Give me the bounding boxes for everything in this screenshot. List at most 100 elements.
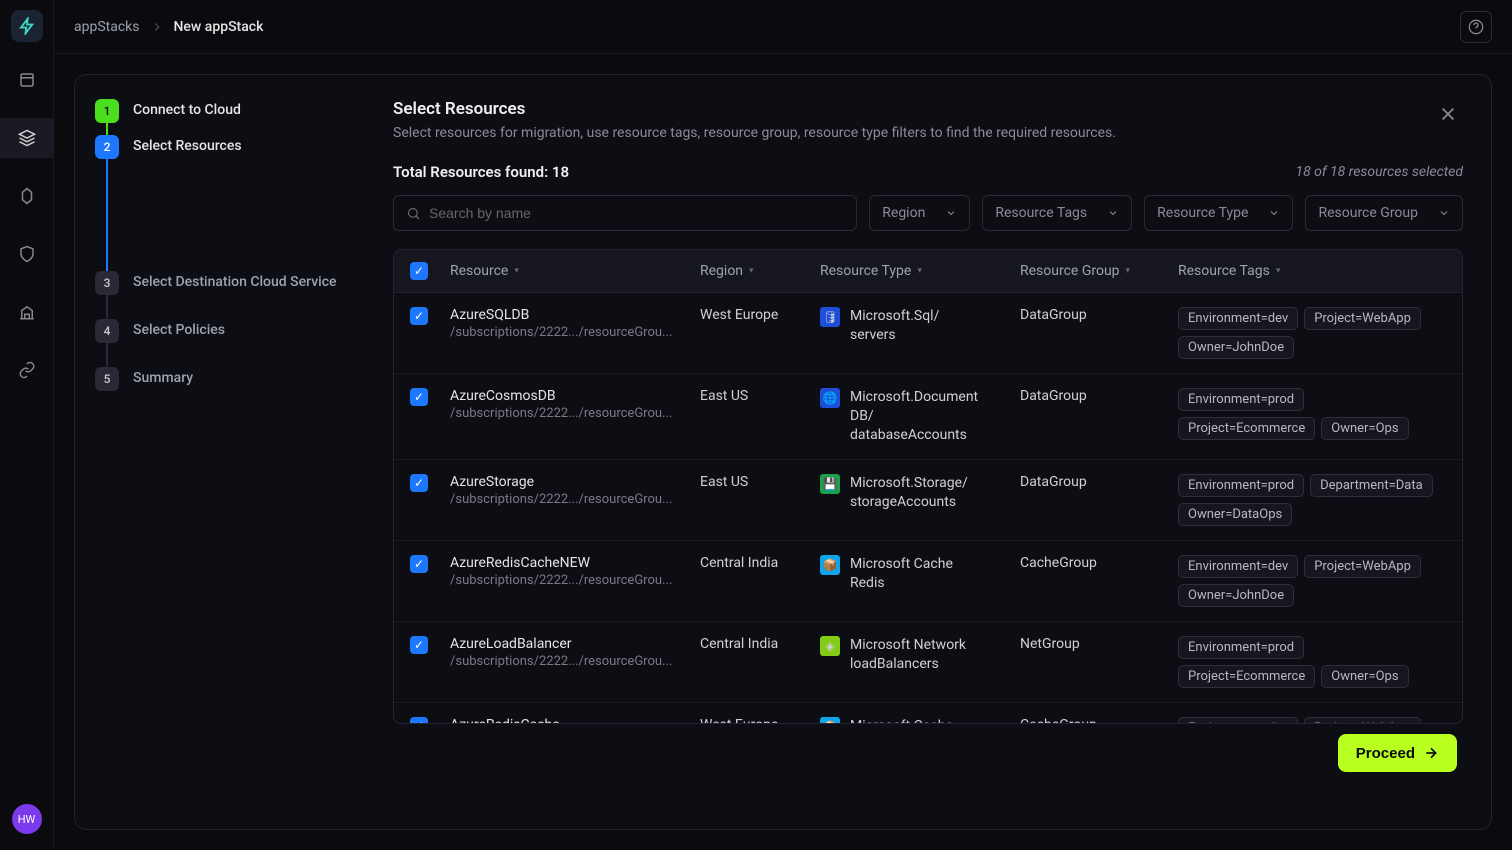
row-checkbox[interactable]: ✓ [410,388,428,406]
type-filter[interactable]: Resource Type [1144,195,1293,231]
arrow-right-icon [1423,745,1439,761]
selected-count-label: 18 of 18 resources selected [1295,164,1463,180]
filter-label: Resource Type [1157,205,1248,221]
resource-name: AzureRedisCache [450,717,700,723]
resource-type: Microsoft.DocumentDB/databaseAccounts [850,388,978,445]
panel-subtitle: Select resources for migration, use reso… [393,125,1116,141]
user-avatar[interactable]: HW [12,804,42,834]
resource-type: Microsoft NetworkloadBalancers [850,636,966,674]
step-4[interactable]: 4 Select Policies [95,319,355,343]
table-row: ✓ AzureStorage /subscriptions/2222.../re… [394,460,1462,541]
resource-type: Microsoft.Storage/storageAccounts [850,474,968,512]
column-resource[interactable]: Resource▾ [450,263,700,279]
tag-pill: Owner=DataOps [1178,503,1292,526]
tag-pill: Department=Data [1310,474,1433,497]
resource-type-icon: 🌐 [820,388,840,408]
tag-pill: Owner=Ops [1321,417,1408,440]
column-type[interactable]: Resource Type▾ [820,263,1020,279]
proceed-button[interactable]: Proceed [1338,734,1457,772]
sort-icon: ▾ [749,266,754,276]
tag-pill: Environment=dev [1178,717,1298,723]
step-1[interactable]: 1 Connect to Cloud [95,99,355,123]
column-tags[interactable]: Resource Tags▾ [1178,263,1446,279]
tag-pill: Project=WebApp [1304,307,1421,330]
tag-pill: Project=Ecommerce [1178,665,1315,688]
column-region[interactable]: Region▾ [700,263,820,279]
chevron-down-icon [1268,207,1280,219]
row-checkbox[interactable]: ✓ [410,307,428,325]
nav-item-stacks[interactable] [0,118,54,158]
step-connector [106,123,108,135]
group-filter[interactable]: Resource Group [1305,195,1463,231]
step-number: 1 [95,99,119,123]
step-5[interactable]: 5 Summary [95,367,355,391]
resource-group: DataGroup [1020,474,1178,490]
resource-type: Microsoft CacheRedis [850,717,953,723]
step-number: 4 [95,319,119,343]
tag-pill: Environment=prod [1178,636,1304,659]
step-label: Summary [133,367,193,386]
resources-table: ✓ Resource▾ Region▾ Resource Type▾ [393,249,1463,724]
search-input[interactable] [429,205,844,221]
step-label: Select Policies [133,319,225,338]
resource-path: /subscriptions/2222.../resourceGrou... [450,325,680,340]
proceed-label: Proceed [1356,745,1415,762]
resource-tags: Environment=devProject=WebAppOwner=JohnD… [1178,555,1446,607]
resource-tags: Environment=devProject=WebAppOwner=JohnD… [1178,307,1446,359]
nav-item-6[interactable] [0,350,54,390]
breadcrumb-current: New appStack [174,19,264,35]
resource-type-icon: ◈ [820,636,840,656]
tag-pill: Project=WebApp [1304,717,1421,723]
step-3[interactable]: 3 Select Destination Cloud Service [95,271,355,295]
row-checkbox[interactable]: ✓ [410,717,428,723]
resource-tags: Environment=devProject=WebAppOwner=JohnD… [1178,717,1446,723]
step-connector [106,343,108,367]
stepper: 1 Connect to Cloud 2 Select Resources 3 … [75,75,375,829]
row-checkbox[interactable]: ✓ [410,474,428,492]
filter-label: Resource Group [1318,205,1418,221]
resource-region: Central India [700,636,820,652]
tag-pill: Project=WebApp [1304,555,1421,578]
column-group[interactable]: Resource Group▾ [1020,263,1178,279]
panel-title: Select Resources [393,99,1116,119]
select-all-checkbox[interactable]: ✓ [410,262,428,280]
tags-filter[interactable]: Resource Tags [982,195,1132,231]
help-button[interactable] [1460,11,1492,43]
row-checkbox[interactable]: ✓ [410,555,428,573]
step-number: 5 [95,367,119,391]
resource-type-icon: 💾 [820,474,840,494]
step-2[interactable]: 2 Select Resources [95,135,355,159]
nav-item-5[interactable] [0,292,54,332]
chevron-down-icon [1107,207,1119,219]
table-row: ✓ AzureCosmosDB /subscriptions/2222.../r… [394,374,1462,460]
step-connector [106,295,108,319]
nav-item-3[interactable] [0,176,54,216]
chevron-right-icon [150,20,164,34]
resource-type-icon: 📦 [820,555,840,575]
close-icon[interactable] [1433,99,1463,129]
chevron-down-icon [1438,207,1450,219]
sort-icon: ▾ [514,266,519,276]
row-checkbox[interactable]: ✓ [410,636,428,654]
tag-pill: Environment=dev [1178,555,1298,578]
resource-path: /subscriptions/2222.../resourceGrou... [450,654,680,669]
region-filter[interactable]: Region [869,195,970,231]
nav-item-4[interactable] [0,234,54,274]
step-connector [106,159,108,271]
nav-item-1[interactable] [0,60,54,100]
resource-name: AzureCosmosDB [450,388,700,404]
resource-group: NetGroup [1020,636,1178,652]
chevron-down-icon [945,207,957,219]
resource-name: AzureLoadBalancer [450,636,700,652]
search-input-wrapper[interactable] [393,195,857,231]
resource-type-icon: 🛢 [820,307,840,327]
total-resources-label: Total Resources found: 18 [393,163,569,181]
breadcrumb: appStacks New appStack [74,19,263,35]
resource-type: Microsoft CacheRedis [850,555,953,593]
app-logo [11,10,43,42]
breadcrumb-parent[interactable]: appStacks [74,19,140,35]
resource-group: CacheGroup [1020,555,1178,571]
tag-pill: Owner=Ops [1321,665,1408,688]
tag-pill: Owner=JohnDoe [1178,336,1294,359]
sort-icon: ▾ [917,266,922,276]
